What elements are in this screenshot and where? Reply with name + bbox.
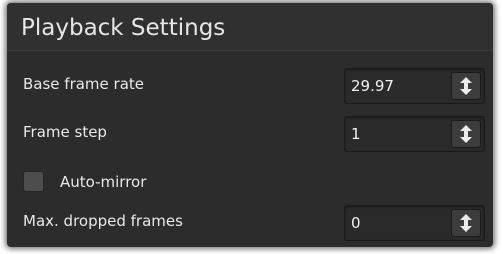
base-frame-rate-label: Base frame rate [23,75,145,93]
auto-mirror-checkbox[interactable] [23,171,44,192]
frame-step-stepper-button[interactable] [451,120,481,148]
frame-step-label: Frame step [23,123,107,141]
frame-step-spinbox[interactable]: 1 [344,116,485,152]
panel-header: Playback Settings [7,3,493,51]
max-dropped-frames-label: Max. dropped frames [23,212,183,230]
max-dropped-frames-stepper-button[interactable] [451,209,481,237]
max-dropped-frames-value[interactable]: 0 [351,214,361,232]
base-frame-rate-spinbox[interactable]: 29.97 [344,68,485,104]
up-down-arrow-icon [460,77,472,95]
auto-mirror-label[interactable]: Auto-mirror [60,173,146,191]
up-down-arrow-icon [460,214,472,232]
base-frame-rate-stepper-button[interactable] [451,72,481,100]
base-frame-rate-value[interactable]: 29.97 [351,77,394,95]
up-down-arrow-icon [460,125,472,143]
frame-step-value[interactable]: 1 [351,125,361,143]
playback-settings-panel: Playback Settings Base frame rate 29.97 … [7,3,493,247]
panel-title: Playback Settings [21,15,226,41]
max-dropped-frames-spinbox[interactable]: 0 [344,205,485,241]
